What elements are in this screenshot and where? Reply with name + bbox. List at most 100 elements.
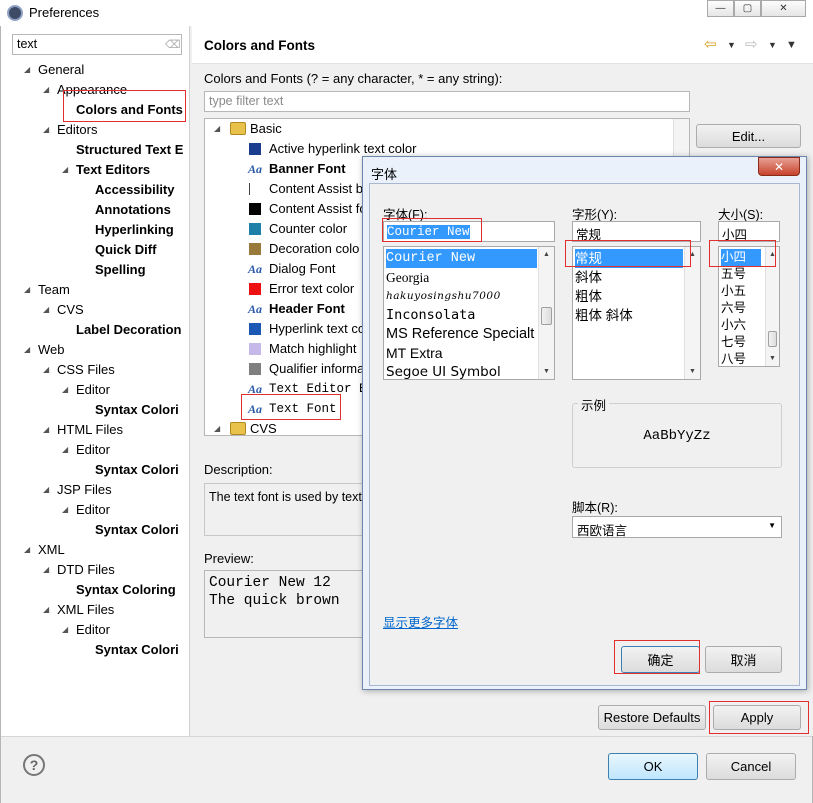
tree-item[interactable]: Editor (76, 380, 110, 400)
tree-item[interactable]: Quick Diff (95, 240, 156, 260)
forward-icon[interactable]: ⇨ (745, 35, 758, 53)
tree-item[interactable]: JSP Files (57, 480, 112, 500)
list-item[interactable]: 粗体 斜体 (575, 306, 683, 325)
list-item[interactable]: Georgia (386, 268, 537, 287)
tree-item[interactable]: Syntax Coloring (76, 580, 176, 600)
expand-twisty-icon[interactable]: ◢ (43, 560, 53, 580)
ok-button[interactable]: OK (608, 753, 698, 780)
list-item[interactable]: Courier New (386, 249, 537, 268)
tree-item[interactable]: CVS (57, 300, 84, 320)
expand-twisty-icon[interactable]: ◢ (24, 280, 34, 300)
cancel-button[interactable]: Cancel (706, 753, 796, 780)
tree-item[interactable]: DTD Files (57, 560, 115, 580)
close-window-icon[interactable]: ✕ (761, 0, 806, 17)
list-item[interactable]: Inconsolata (386, 306, 537, 325)
tree-item[interactable]: Annotations (95, 200, 171, 220)
tree-item[interactable]: Team (38, 280, 70, 300)
expand-twisty-icon[interactable]: ◢ (43, 480, 53, 500)
expand-twisty-icon[interactable]: ◢ (43, 80, 53, 100)
color-font-label: Basic (250, 121, 282, 136)
scroll-down-icon[interactable]: ▼ (685, 364, 700, 379)
list-item[interactable]: Segoe UI Symbol (386, 363, 537, 379)
tree-item[interactable]: Editor (76, 500, 110, 520)
expand-twisty-icon[interactable]: ◢ (62, 620, 72, 640)
expand-twisty-icon[interactable]: ◢ (62, 160, 72, 180)
color-swatch-icon (249, 143, 261, 155)
minimize-icon[interactable]: — (707, 0, 734, 17)
list-item[interactable]: 粗体 (575, 287, 683, 306)
description-label: Description: (204, 462, 273, 477)
scroll-down-icon[interactable]: ▼ (539, 364, 554, 379)
scroll-thumb[interactable] (541, 307, 552, 325)
tree-item[interactable]: Text Editors (76, 160, 150, 180)
list-item[interactable]: 八号 (721, 351, 761, 366)
view-menu-icon[interactable]: ▼ (786, 39, 797, 51)
tree-item[interactable]: CSS Files (57, 360, 115, 380)
list-item[interactable]: 小五 (721, 283, 761, 300)
expand-twisty-icon[interactable]: ◢ (214, 419, 224, 435)
tree-item[interactable]: Web (38, 340, 65, 360)
scroll-down-icon[interactable]: ▼ (766, 351, 779, 366)
back-icon[interactable]: ⇦ (704, 35, 717, 53)
tree-item[interactable]: XML Files (57, 600, 114, 620)
expand-twisty-icon[interactable]: ◢ (24, 60, 34, 80)
tree-item[interactable]: Editor (76, 440, 110, 460)
restore-defaults-button[interactable]: Restore Defaults (598, 705, 706, 730)
filter-input[interactable]: type filter text (204, 91, 690, 112)
list-item[interactable]: MS Reference Specialt (386, 325, 537, 344)
tree-item[interactable]: Editor (76, 620, 110, 640)
edit-button[interactable]: Edit... (696, 124, 801, 148)
color-font-label: Header Font (269, 301, 345, 316)
expand-twisty-icon[interactable]: ◢ (214, 119, 224, 139)
expand-twisty-icon[interactable]: ◢ (62, 380, 72, 400)
list-item[interactable]: 七号 (721, 334, 761, 351)
tree-item[interactable]: Syntax Colori (95, 460, 179, 480)
list-item[interactable]: MT Extra (386, 344, 537, 363)
list-item[interactable]: 斜体 (575, 268, 683, 287)
expand-twisty-icon[interactable]: ◢ (24, 540, 34, 560)
tree-item[interactable]: Spelling (95, 260, 146, 280)
show-more-fonts-link[interactable]: 显示更多字体 (383, 612, 458, 631)
expand-twisty-icon[interactable]: ◢ (24, 340, 34, 360)
tree-item[interactable]: General (38, 60, 84, 80)
script-select[interactable]: 西欧语言 ▼ (572, 516, 782, 538)
expand-twisty-icon[interactable]: ◢ (62, 440, 72, 460)
tree-item[interactable]: Accessibility (95, 180, 175, 200)
dialog-close-icon[interactable]: ✕ (758, 157, 800, 176)
font-name-list[interactable]: Courier New Georgia hakuyosingshu7000 Incon… (383, 246, 555, 380)
back-menu-icon[interactable]: ▼ (727, 40, 736, 50)
tree-item[interactable]: Label Decoration (76, 320, 181, 340)
font-style-input[interactable]: 常规 (572, 221, 701, 242)
list-item[interactable]: 小六 (721, 317, 761, 334)
scroll-up-icon[interactable]: ▲ (539, 247, 554, 262)
expand-twisty-icon[interactable]: ◢ (43, 420, 53, 440)
tree-item[interactable]: Editors (57, 120, 97, 140)
tree-item[interactable]: Syntax Colori (95, 640, 179, 660)
scroll-thumb[interactable] (768, 331, 777, 347)
dialog-cancel-button[interactable]: 取消 (705, 646, 782, 673)
help-icon[interactable]: ? (23, 754, 45, 776)
font-list-scrollbar[interactable]: ▲ ▼ (538, 247, 554, 379)
font-size-input[interactable]: 小四 (718, 221, 780, 242)
expand-twisty-icon[interactable]: ◢ (43, 120, 53, 140)
forward-menu-icon[interactable]: ▼ (768, 40, 777, 50)
color-swatch-icon (249, 283, 261, 295)
tree-item[interactable]: Syntax Colori (95, 400, 179, 420)
list-item[interactable]: 六号 (721, 300, 761, 317)
tree-item[interactable]: XML (38, 540, 65, 560)
color-swatch-icon (249, 323, 261, 335)
list-item[interactable]: 五号 (721, 266, 761, 283)
search-input[interactable]: text ⌫ (12, 34, 182, 55)
list-item[interactable]: hakuyosingshu7000 (386, 287, 537, 306)
tree-item[interactable]: Syntax Colori (95, 520, 179, 540)
expand-twisty-icon[interactable]: ◢ (62, 500, 72, 520)
expand-twisty-icon[interactable]: ◢ (43, 360, 53, 380)
expand-twisty-icon[interactable]: ◢ (43, 300, 53, 320)
color-font-item[interactable]: ◢ Basic (205, 119, 673, 139)
tree-item[interactable]: HTML Files (57, 420, 123, 440)
tree-item[interactable]: Hyperlinking (95, 220, 174, 240)
expand-twisty-icon[interactable]: ◢ (43, 600, 53, 620)
clear-search-icon[interactable]: ⌫ (165, 38, 181, 51)
tree-item[interactable]: Structured Text E (76, 140, 183, 160)
maximize-icon[interactable]: ▢ (734, 0, 761, 17)
